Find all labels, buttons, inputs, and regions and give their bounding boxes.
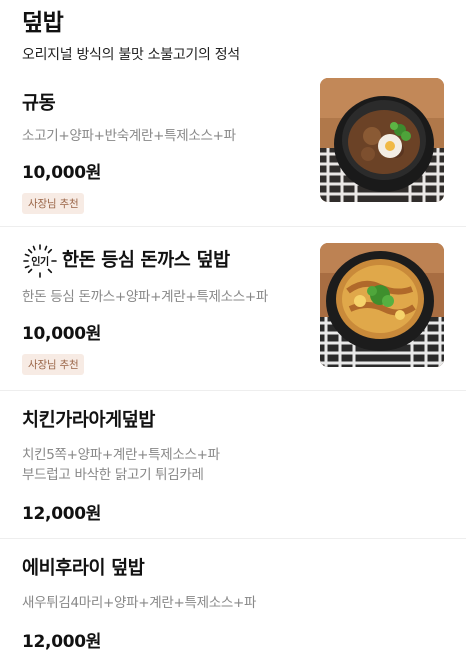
menu-item-donkatsu-don[interactable]: 인기 한돈 등심 돈까스 덮밥 한돈 등심 돈까스+양파+계란+특제소스+파 1… — [0, 226, 466, 390]
menu-item-name: 치킨가라아게덮밥 — [22, 410, 155, 431]
menu-item-components: 치킨5쪽+양파+계란+특제소스+파 — [22, 447, 220, 463]
category-header: 덮밥 오리지널 방식의 불맛 소불고기의 정석 — [0, 0, 466, 78]
owner-recommend-badge: 사장님 추천 — [22, 354, 85, 375]
menu-item-description: 부드럽고 바삭한 닭고기 튀김카레 — [22, 467, 204, 483]
donkatsu-don-photo — [320, 243, 444, 367]
menu-item-price: 12,000원 — [22, 632, 102, 652]
menu-item-name: 에비후라이 덮밥 — [22, 558, 145, 579]
menu-item-chicken-karaage-don[interactable]: 치킨가라아게덮밥 치킨5쪽+양파+계란+특제소스+파 부드럽고 바삭한 닭고기 … — [0, 390, 466, 538]
category-title: 덮밥 — [22, 10, 64, 36]
menu-item-gyudon[interactable]: 규동 소고기+양파+반숙계란+특제소스+파 10,000원 사장님 추천 — [0, 78, 466, 226]
popular-label: 인기 — [31, 255, 49, 268]
popular-icon: 인기 — [22, 243, 58, 279]
menu-item-photo[interactable] — [320, 78, 444, 202]
menu-item-ebi-fry-don[interactable]: 에비후라이 덮밥 새우튀김4마리+양파+계란+특제소스+파 12,000원 — [0, 538, 466, 656]
menu-item-photo[interactable] — [320, 243, 444, 367]
gyudon-photo — [320, 78, 444, 202]
menu-item-components: 새우튀김4마리+양파+계란+특제소스+파 — [22, 595, 257, 611]
category-description: 오리지널 방식의 불맛 소불고기의 정석 — [22, 47, 240, 63]
menu-item-price: 12,000원 — [22, 504, 102, 524]
menu-item-name: 한돈 등심 돈까스 덮밥 — [62, 250, 230, 271]
owner-recommend-badge: 사장님 추천 — [22, 193, 85, 214]
